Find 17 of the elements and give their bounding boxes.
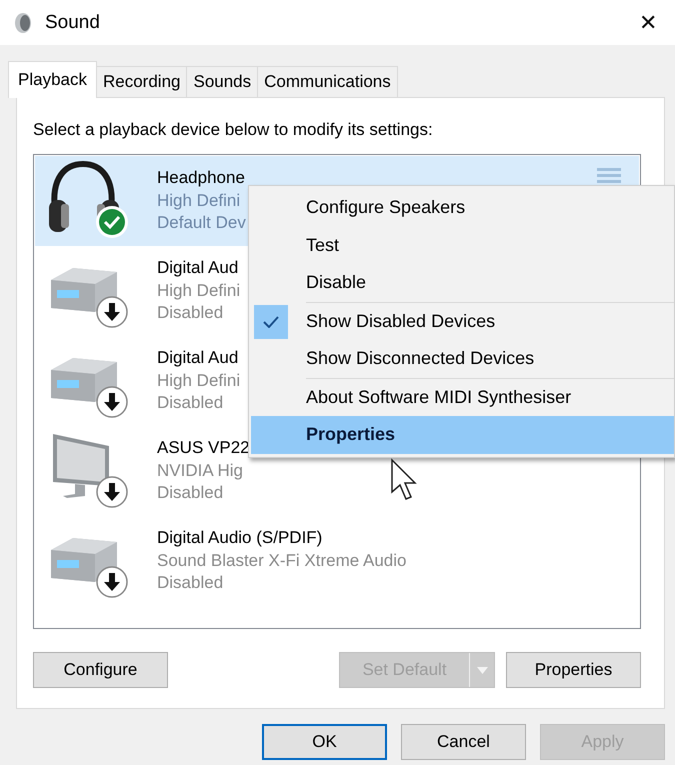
- instruction-text: Select a playback device below to modify its settings:: [33, 120, 434, 140]
- device-name: Headphone: [157, 167, 246, 190]
- device-name: ASUS VP22: [157, 437, 250, 460]
- device-status: Disabled: [157, 482, 224, 504]
- device-description: NVIDIA Hig: [157, 460, 244, 482]
- device-description: High Defini: [157, 370, 240, 392]
- window-title: Sound: [45, 12, 100, 34]
- device-description: High Defini: [157, 190, 242, 212]
- device-status: Default Dev: [157, 212, 246, 234]
- device-name: Digital Aud: [157, 257, 240, 280]
- device-description: High Defini: [157, 280, 240, 302]
- device-status: Disabled: [157, 572, 224, 594]
- device-description: Sound Blaster X-Fi Xtreme Audio: [157, 550, 406, 572]
- device-name: Digital Aud: [157, 347, 240, 370]
- device-status: Disabled: [157, 302, 224, 324]
- device-name: Digital Audio (S/PDIF): [157, 527, 324, 550]
- device-status: Disabled: [157, 392, 224, 414]
